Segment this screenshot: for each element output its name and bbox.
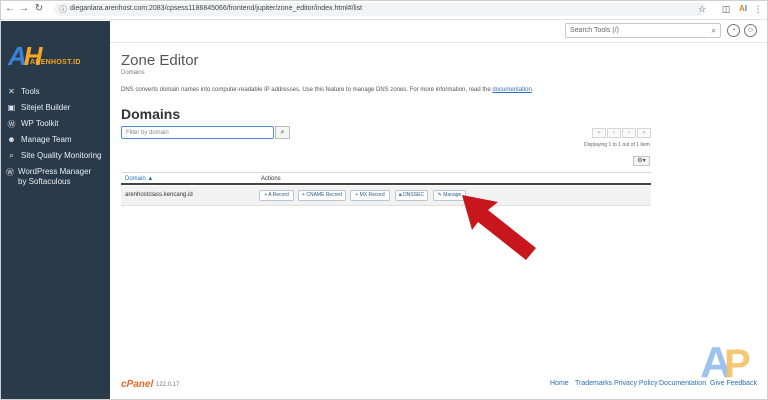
- table-row: arenhostclass.kencang.id + A Record + CN…: [121, 186, 651, 206]
- sidebar-item-manage-team[interactable]: ☻ Manage Team: [6, 135, 106, 145]
- sidebar-item-label: Sitejet Builder: [21, 103, 71, 112]
- breadcrumb: Domains: [121, 70, 145, 76]
- gear-icon: ⚙▾: [637, 158, 646, 164]
- last-page-button[interactable]: »: [637, 128, 651, 138]
- address-bar[interactable]: ⓘ dieganlara.arenhost.com:2083/cpsess118…: [54, 3, 706, 16]
- settings-dropdown-button[interactable]: ⚙▾: [633, 156, 650, 166]
- wrench-icon: ✕: [8, 87, 15, 96]
- profile-extension-icon[interactable]: AI: [737, 3, 749, 15]
- sidebar-item-wp-toolkit[interactable]: Ⓦ WP Toolkit: [6, 119, 106, 130]
- menu-icon[interactable]: ⋮: [752, 3, 764, 15]
- footer-link-privacy-policy[interactable]: Privacy Policy: [614, 380, 658, 387]
- wordpress-manager-icon: Ⓦ: [6, 168, 14, 177]
- previous-page-button[interactable]: ‹: [607, 128, 621, 138]
- sitejet-icon: ▣: [7, 103, 16, 112]
- domains-heading: Domains: [121, 106, 181, 122]
- sidebar-item-tools[interactable]: ✕ Tools: [6, 87, 106, 97]
- sort-ascending-icon: ▲: [147, 176, 154, 182]
- search-icon: ⌕: [280, 129, 285, 136]
- reload-icon[interactable]: ↻: [33, 3, 45, 15]
- ap-watermark-logo: A P: [700, 338, 751, 387]
- red-arrow-annotation: [462, 195, 536, 260]
- sidebar-item-label: Manage Team: [21, 135, 72, 144]
- monitor-icon: ⌕: [9, 151, 14, 160]
- team-icon: ☻: [7, 135, 16, 144]
- sidebar-item-site-quality-monitoring[interactable]: ⌕ Site Quality Monitoring: [6, 151, 106, 161]
- notifications-icon[interactable]: ◔: [727, 24, 740, 37]
- sidebar: AH ARENHOST.ID ✕ Tools ▣ Sitejet Builder…: [0, 21, 110, 400]
- add-a-record-button[interactable]: + A Record: [259, 190, 294, 201]
- documentation-link[interactable]: documentation: [492, 87, 531, 93]
- add-mx-record-button[interactable]: + MX Record: [350, 190, 390, 201]
- sidebar-item-label: WP Toolkit: [21, 119, 59, 128]
- sidebar-item-label: WordPress Manager by Softaculous: [18, 167, 92, 186]
- filter-by-domain-input[interactable]: Filter by domain: [121, 126, 274, 139]
- user-icon[interactable]: ☺: [744, 24, 757, 37]
- url-text: dieganlara.arenhost.com:2083/cpsess11868…: [70, 5, 363, 12]
- sidebar-item-label: Tools: [21, 87, 40, 96]
- page-description: DNS converts domain names into computer-…: [121, 87, 534, 93]
- search-icon: ⌕: [711, 26, 716, 35]
- cpanel-version: 122.0.17: [156, 382, 180, 388]
- dnssec-button[interactable]: 🔒︎ DNSSEC: [395, 190, 428, 201]
- sidebar-item-sitejet-builder[interactable]: ▣ Sitejet Builder: [6, 103, 106, 113]
- next-page-button[interactable]: ›: [622, 128, 636, 138]
- sidebar-item-label: Site Quality Monitoring: [21, 151, 102, 160]
- bookmark-star-icon[interactable]: ☆: [696, 3, 708, 15]
- footer-link-trademarks[interactable]: Trademarks: [575, 380, 612, 387]
- cpanel-logo[interactable]: cPanel: [121, 379, 153, 390]
- wordpress-icon: Ⓦ: [7, 120, 16, 129]
- pagination-status: Displaying 1 to 1 out of 1 item: [584, 142, 650, 148]
- lock-icon: 🔒︎: [399, 192, 402, 198]
- sidebar-item-wordpress-manager[interactable]: Ⓦ WordPress Manager by Softaculous: [6, 167, 98, 187]
- table-header: Domain ▲ Actions: [121, 172, 651, 185]
- logo-text: ARENHOST.ID: [30, 59, 81, 66]
- footer-link-home[interactable]: Home: [550, 380, 569, 387]
- domain-cell: arenhostclass.kencang.id: [125, 192, 193, 198]
- wrench-icon: ✎: [437, 192, 442, 198]
- extensions-icon[interactable]: ◫: [720, 3, 732, 15]
- actions-column-header: Actions: [261, 176, 281, 182]
- domain-column-header[interactable]: Domain ▲: [125, 176, 153, 182]
- arenhost-logo[interactable]: AH ARENHOST.ID: [8, 41, 103, 77]
- add-cname-record-button[interactable]: + CNAME Record: [298, 190, 346, 201]
- forward-icon[interactable]: →: [18, 3, 30, 15]
- search-tools-input[interactable]: Search Tools (/) ⌕: [565, 23, 721, 38]
- filter-search-button[interactable]: ⌕: [275, 126, 290, 139]
- page-title: Zone Editor: [121, 52, 199, 69]
- back-icon[interactable]: ←: [4, 3, 16, 15]
- first-page-button[interactable]: «: [592, 128, 606, 138]
- site-info-icon[interactable]: ⓘ: [59, 4, 67, 15]
